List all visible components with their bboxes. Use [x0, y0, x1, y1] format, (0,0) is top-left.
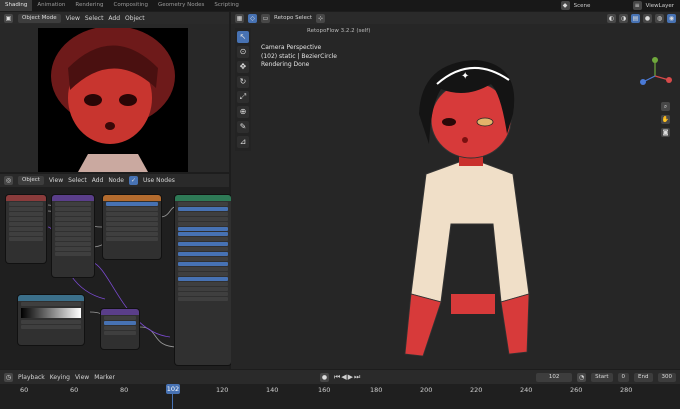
scale-tool-icon[interactable]: ⤢	[237, 91, 249, 103]
svg-text:✦: ✦	[461, 71, 469, 82]
node-menu-view[interactable]: View	[49, 177, 63, 184]
tab-shading[interactable]: Shading	[0, 0, 33, 11]
tick-label: 120	[216, 386, 229, 394]
timeline-type-icon[interactable]: ◷	[4, 372, 13, 382]
end-label: End	[634, 372, 653, 382]
timeline-area[interactable]: 102 60 60 80 120 140 160 180 200 220 240…	[0, 384, 680, 409]
start-label: Start	[591, 372, 613, 382]
pivot-icon[interactable]: ◐	[607, 13, 616, 23]
select-tool-icon[interactable]: ↖	[237, 31, 249, 43]
character-render: ✦	[404, 60, 530, 357]
retopo-select-label[interactable]: Retopo Select	[274, 15, 312, 21]
node-menu-select[interactable]: Select	[68, 177, 87, 184]
viewport-area[interactable]: ↖ ⊙ ✥ ↻ ⤢ ⊕ ✎ ⊿ Camera Perspective (102)…	[231, 24, 680, 369]
image-editor-area[interactable]	[0, 24, 229, 172]
camera-view-icon[interactable]: ◙	[661, 128, 670, 137]
node-editor-type-icon[interactable]: ◎	[4, 176, 13, 185]
rotate-tool-icon[interactable]: ↻	[237, 76, 249, 88]
tab-rendering[interactable]: Rendering	[70, 0, 108, 11]
use-nodes-label: Use Nodes	[142, 177, 175, 184]
viewport-type-icon[interactable]: ▦	[235, 13, 244, 23]
mode-dropdown[interactable]: Object Mode	[18, 13, 61, 23]
viewport-header: ▦ ◇ ▭ Retopo Select ⊹ ◐ ◑ ▤ ● ◍ ◉	[231, 12, 680, 24]
start-frame-field[interactable]: 0	[617, 372, 630, 382]
xray-icon[interactable]: ▤	[631, 13, 640, 23]
node-principled-bsdf[interactable]	[175, 195, 231, 365]
tick-label: 180	[370, 386, 383, 394]
timeline-menu-playback[interactable]: Playback	[18, 374, 45, 381]
view-layer-icon: ≡	[632, 1, 642, 10]
tab-geometry-nodes[interactable]: Geometry Nodes	[153, 0, 209, 11]
current-frame-field[interactable]: 102	[536, 372, 573, 382]
render-preview	[38, 28, 188, 172]
node-bump[interactable]	[101, 309, 139, 349]
tab-compositing[interactable]: Compositing	[108, 0, 152, 11]
frame-object-label: (102) static | BezierCircle	[261, 52, 337, 60]
menu-add[interactable]: Add	[108, 15, 120, 22]
use-nodes-checkbox[interactable]: ✓	[128, 176, 138, 185]
gizmo-icon[interactable]: ⊹	[316, 13, 326, 23]
timeline-header: ◷ Playback Keying View Marker ● ⏮◀▶⏭ 102…	[0, 370, 680, 384]
annotate-tool-icon[interactable]: ✎	[237, 121, 249, 133]
move-tool-icon[interactable]: ✥	[237, 61, 249, 73]
tab-animation[interactable]: Animation	[32, 0, 70, 11]
shading-render-icon[interactable]: ◉	[667, 13, 676, 23]
editor-type-icon[interactable]: ▣	[4, 13, 13, 23]
retopoflow-version: RetopoFlow 3.2.2 (self)	[307, 28, 371, 34]
tick-label: 220	[470, 386, 483, 394]
measure-tool-icon[interactable]: ⊿	[237, 136, 249, 148]
scene-name[interactable]: Scene	[574, 3, 629, 9]
record-icon[interactable]: ●	[319, 372, 329, 382]
scene-icon: ◆	[560, 1, 570, 10]
zoom-icon[interactable]: ⌕	[661, 102, 670, 111]
view-layer-name[interactable]: ViewLayer	[646, 3, 674, 9]
menu-select[interactable]: Select	[85, 15, 104, 22]
shading-solid-icon[interactable]: ●	[643, 13, 652, 23]
timeline-menu-keying[interactable]: Keying	[50, 374, 70, 381]
retopo-select-icon[interactable]: ▭	[261, 13, 270, 23]
pan-hand-icon[interactable]: ✋	[661, 115, 670, 124]
tick-label: 260	[570, 386, 583, 394]
tick-label: 80	[120, 386, 129, 394]
image-editor-header: ▣ Object Mode View Select Add Object	[0, 12, 229, 24]
playhead-frame[interactable]: 102	[166, 384, 180, 394]
tick-label: 60	[70, 386, 79, 394]
axis-gizmo-icon[interactable]	[635, 56, 675, 96]
camera-perspective-label: Camera Perspective	[261, 44, 322, 51]
node-image-texture[interactable]	[103, 195, 161, 259]
timeline-menu-marker[interactable]: Marker	[94, 374, 115, 381]
node-color-ramp[interactable]	[18, 295, 84, 345]
playhead-line	[172, 394, 173, 409]
tab-scripting[interactable]: Scripting	[209, 0, 243, 11]
tick-label: 200	[420, 386, 433, 394]
render-status-label: Rendering Done	[261, 61, 310, 68]
end-frame-field[interactable]: 300	[657, 372, 676, 382]
overlay-icon[interactable]: ◑	[619, 13, 628, 23]
playback-controls[interactable]: ⏮◀▶⏭	[334, 373, 361, 382]
clock-icon[interactable]: ◔	[577, 372, 587, 382]
node-editor-area[interactable]	[0, 187, 231, 369]
navigation-gizmo[interactable]	[635, 56, 675, 96]
node-texture-coordinate[interactable]	[6, 195, 46, 263]
tick-label: 240	[520, 386, 533, 394]
tick-label: 140	[266, 386, 279, 394]
toolbar: ↖ ⊙ ✥ ↻ ⤢ ⊕ ✎ ⊿	[235, 28, 251, 151]
node-mapping[interactable]	[52, 195, 94, 277]
node-menu-node[interactable]: Node	[108, 177, 124, 184]
node-editor-header: ◎ Object View Select Add Node ✓ Use Node…	[0, 174, 229, 187]
cursor-tool-icon[interactable]: ⊙	[237, 46, 249, 58]
tick-label: 60	[20, 386, 29, 394]
menu-view[interactable]: View	[66, 15, 80, 22]
node-menu-add[interactable]: Add	[92, 177, 104, 184]
timeline-menu-view[interactable]: View	[75, 374, 89, 381]
tick-label: 280	[620, 386, 633, 394]
tick-label: 160	[318, 386, 331, 394]
transform-tool-icon[interactable]: ⊕	[237, 106, 249, 118]
node-type-dropdown[interactable]: Object	[18, 176, 44, 185]
workspace-bar: Shading Animation Rendering Compositing …	[0, 0, 680, 11]
menu-object[interactable]: Object	[125, 15, 145, 22]
shading-material-icon[interactable]: ◍	[655, 13, 664, 23]
retopo-mode-icon[interactable]: ◇	[248, 13, 257, 23]
